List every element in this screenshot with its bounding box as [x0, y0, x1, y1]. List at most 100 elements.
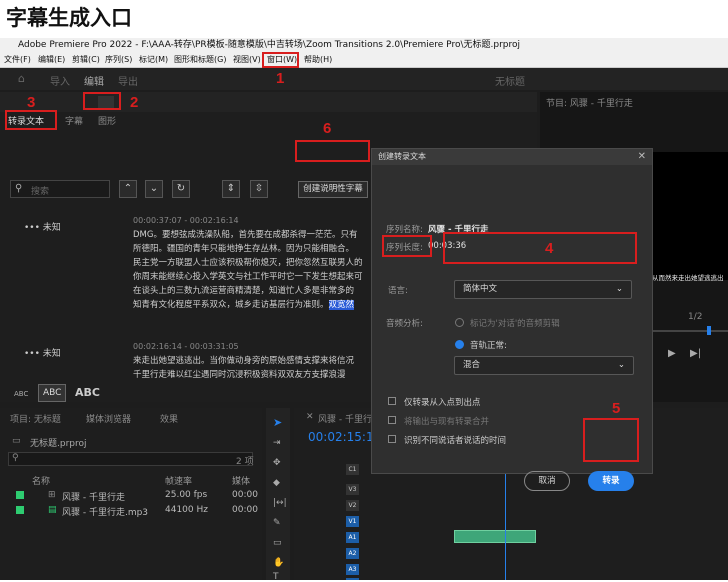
project-file: 无标题.prproj	[30, 439, 87, 449]
search-icon: ⚲	[12, 453, 19, 463]
tab-graphics[interactable]: 图形	[98, 114, 116, 127]
project-title: 无标题	[495, 77, 525, 88]
track-c1[interactable]: C1	[346, 464, 359, 475]
menu-edit[interactable]: 编辑(E)	[38, 54, 65, 66]
workspace-import[interactable]: 导入	[50, 73, 70, 88]
track-v1[interactable]: V1	[346, 516, 359, 527]
row-name: 风骤 - 千里行走.mp3	[62, 508, 149, 518]
menu-graphics[interactable]: 图形和标题(G)	[174, 54, 226, 66]
speaker-label: ••• 未知	[24, 223, 61, 233]
workspace-bar: ⌂ 导入 编辑 导出 无标题	[0, 68, 728, 90]
annotation-number: 5	[612, 400, 621, 417]
audio-clip[interactable]	[454, 530, 536, 543]
annotation-number: 2	[130, 94, 139, 111]
cancel-button[interactable]: 取消	[524, 471, 570, 491]
window-title: Adobe Premiere Pro 2022 - F:\AAA-转存\PR模板…	[0, 38, 728, 53]
tab-effects[interactable]: 效果	[160, 412, 178, 425]
tab-captions[interactable]: 字幕	[65, 114, 83, 127]
annotation-box-window-menu	[262, 52, 299, 68]
checkbox-speakers[interactable]	[388, 435, 396, 443]
text-size-small[interactable]: ABC	[14, 390, 28, 398]
row-name: 风骤 - 千里行走	[62, 493, 125, 503]
type-tool-icon[interactable]: T	[273, 572, 279, 582]
track-v2[interactable]: V2	[346, 500, 359, 511]
refresh-icon[interactable]: ↻	[172, 180, 190, 198]
transcript-entry[interactable]: DMG。要想弦成洗澡队船，首先要在成都杀得一茫茫。只有 所德阳。疆国的青年只能地…	[133, 228, 373, 312]
search-input[interactable]: ⚲ 搜索	[10, 180, 110, 198]
tab-project[interactable]: 项目: 无标题	[10, 412, 61, 425]
annotation-box-panel-tab	[83, 92, 121, 110]
dialog-close-icon[interactable]: ✕	[638, 151, 646, 162]
expand-icon[interactable]: ⇕	[222, 180, 240, 198]
radio-dialog-clips[interactable]	[455, 318, 464, 327]
create-captions-button[interactable]: 创建说明性字幕	[298, 181, 368, 198]
tab-media-browser[interactable]: 媒体浏览器	[86, 412, 131, 425]
item-count: 2 项	[236, 457, 254, 467]
text-panel-header	[0, 92, 537, 112]
row-media: 00:00	[232, 505, 258, 515]
menu-view[interactable]: 视图(V)	[233, 54, 261, 66]
track-select-icon[interactable]: ⇥	[273, 438, 281, 448]
transcript-entry[interactable]: 来走出她望逃逃出。当你做动身旁的原始感情支撑来将信况 千里行走难以红尘遇同时沉浸…	[133, 354, 373, 382]
home-icon[interactable]: ⌂	[18, 72, 25, 85]
workspace-edit[interactable]: 编辑	[84, 73, 104, 88]
audio-analysis-label: 音频分析:	[386, 319, 423, 329]
chevron-down-icon[interactable]: ⌄	[145, 180, 163, 198]
workspace-export[interactable]: 导出	[118, 73, 138, 88]
checkbox-in-out-label: 仅转录从入点到出点	[404, 398, 481, 408]
hand-icon[interactable]: ✋	[273, 558, 284, 568]
rectangle-icon[interactable]: ▭	[273, 538, 282, 548]
page-heading: 字幕生成入口	[6, 6, 132, 30]
mix-select[interactable]: 混合 ⌄	[454, 356, 634, 375]
track-a2[interactable]: A2	[346, 548, 359, 559]
table-row[interactable]: ⊞ 风骤 - 千里行走 25.00 fps 00:00	[0, 488, 262, 503]
text-size-large[interactable]: ABC	[75, 386, 100, 399]
playhead-marker[interactable]	[707, 326, 711, 335]
play-icon[interactable]: ▶	[668, 348, 676, 359]
track-v3[interactable]: V3	[346, 484, 359, 495]
column-fps[interactable]: 帧速率	[165, 474, 192, 487]
track-a3[interactable]: A3	[346, 564, 359, 575]
video-frame	[650, 152, 728, 280]
menu-sequence[interactable]: 序列(S)	[105, 54, 132, 66]
razor-icon[interactable]: ◆	[273, 478, 280, 488]
tools-panel: ➤ ⇥ ✥ ◆ |↔| ✎ ▭ ✋ T	[266, 408, 290, 582]
slip-icon[interactable]: |↔|	[273, 498, 287, 508]
track-a1[interactable]: A1	[346, 532, 359, 543]
timeline-close-icon[interactable]: ✕	[306, 412, 314, 422]
highlighted-word: 双宽然	[328, 300, 355, 310]
label-color-swatch	[16, 506, 24, 514]
pen-icon[interactable]: ✎	[273, 518, 281, 528]
annotation-box-create-captions	[295, 140, 370, 162]
audio-file-icon: ▤	[48, 505, 57, 515]
radio-audio-track-label: 音轨正常:	[470, 341, 507, 351]
menu-clip[interactable]: 剪辑(C)	[72, 54, 100, 66]
project-search-input[interactable]: ⚲	[8, 452, 253, 466]
speaker-label: ••• 未知	[24, 349, 61, 359]
text-size-medium[interactable]: ABC	[38, 384, 67, 402]
language-select[interactable]: 简体中文 ⌄	[454, 280, 632, 299]
radio-audio-track[interactable]	[455, 340, 464, 349]
annotation-box-transcript-tab	[5, 110, 57, 130]
table-row[interactable]: ▤ 风骤 - 千里行走.mp3 44100 Hz 00:00	[0, 503, 262, 518]
step-forward-icon[interactable]: ▶|	[690, 348, 701, 359]
menu-help[interactable]: 帮助(H)	[304, 54, 332, 66]
annotation-number: 6	[323, 120, 332, 137]
playhead-bar[interactable]	[650, 330, 728, 332]
collapse-icon[interactable]: ⇳	[250, 180, 268, 198]
seq-name-label: 序列名称:	[386, 225, 423, 235]
checkbox-merge[interactable]	[388, 416, 396, 424]
column-name[interactable]: 名称	[32, 474, 50, 487]
menu-bar: 文件(F) 编辑(E) 剪辑(C) 序列(S) 标记(M) 图形和标题(G) 视…	[0, 53, 728, 68]
selection-tool-icon[interactable]: ➤	[273, 416, 282, 429]
ripple-icon[interactable]: ✥	[273, 458, 281, 468]
chevron-up-icon[interactable]: ⌃	[119, 180, 137, 198]
column-media[interactable]: 媒体	[232, 474, 250, 487]
program-monitor-tab[interactable]: 节目: 风骤 - 千里行走	[546, 96, 633, 109]
transcribe-button[interactable]: 转录	[588, 471, 634, 491]
row-fps: 25.00 fps	[165, 490, 208, 500]
checkbox-in-out[interactable]	[388, 397, 396, 405]
menu-marker[interactable]: 标记(M)	[139, 54, 168, 66]
row-fps: 44100 Hz	[165, 505, 208, 515]
menu-file[interactable]: 文件(F)	[4, 54, 31, 66]
